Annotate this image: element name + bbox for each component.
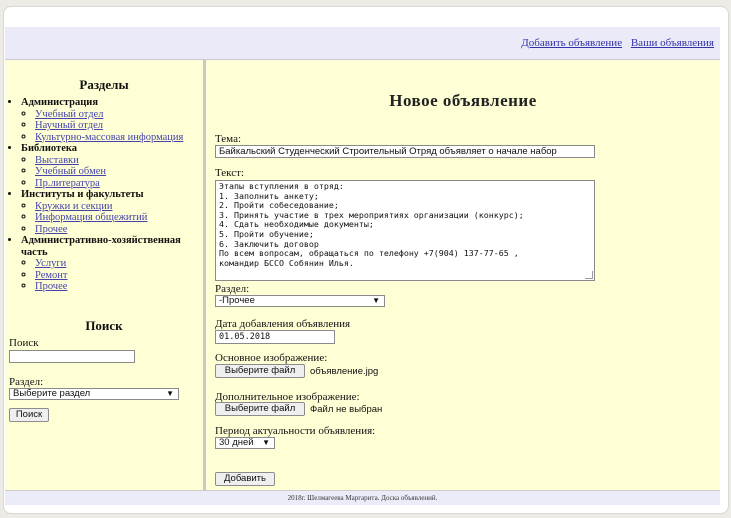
submit-button[interactable]: Добавить [215, 472, 275, 486]
resize-grip-icon[interactable] [585, 271, 593, 279]
sidebar-link[interactable]: Учебный обмен [35, 166, 106, 177]
category-label: Библиотека [21, 143, 77, 154]
category: Администрация Учебный отдел Научный отде… [21, 97, 203, 143]
footer: 2018г. Шелмагеева Маргарита. Доска объяв… [5, 490, 720, 505]
sidebar-link[interactable]: Информация общежитий [35, 212, 147, 223]
category: Административно-хозяйственная часть Услу… [21, 235, 203, 293]
my-ads-link[interactable]: Ваши объявления [631, 37, 714, 49]
period-selected: 30 дней [219, 437, 254, 448]
main-image-label: Основное изображение: [215, 352, 328, 364]
category-label: Администрация [21, 97, 99, 108]
period-label: Период актуальности объявления: [215, 425, 376, 437]
text-label: Текст: [215, 167, 244, 179]
sidebar-link[interactable]: Выставки [35, 155, 79, 166]
category-list: Администрация Учебный отдел Научный отде… [9, 97, 203, 293]
sidebar-link[interactable]: Научный отдел [35, 120, 103, 131]
add-ad-link[interactable]: Добавить объявление [521, 37, 622, 49]
section-selected: -Прочее [219, 295, 255, 306]
sidebar-link[interactable]: Прочее [35, 281, 67, 292]
category-label: Административно-хозяйственная часть [21, 235, 181, 258]
sidebar: Разделы Администрация Учебный отдел Науч… [5, 60, 206, 490]
dropdown-arrow-icon: ▼ [262, 438, 270, 447]
topic-label: Тема: [215, 133, 242, 145]
sidebar-link[interactable]: Учебный отдел [35, 109, 103, 120]
main-image-filename: объявление.jpg [310, 366, 379, 377]
text-area[interactable]: Этапы вступления в отряд: 1. Заполнить а… [215, 180, 595, 281]
section-select[interactable]: -Прочее ▼ [215, 295, 385, 307]
category: Библиотека Выставки Учебный обмен Пр.лит… [21, 143, 203, 189]
text-line: командир БССО Собянин Илья. [219, 257, 354, 268]
search-title: Поиск [85, 318, 123, 333]
main-image-choose-button[interactable]: Выберите файл [215, 364, 305, 378]
sidebar-link[interactable]: Ремонт [35, 270, 67, 281]
sidebar-link[interactable]: Услуги [35, 258, 66, 269]
dropdown-arrow-icon: ▼ [372, 296, 380, 305]
period-select[interactable]: 30 дней ▼ [215, 437, 275, 449]
sidebar-link[interactable]: Пр.литература [35, 178, 100, 189]
date-input[interactable]: 01.05.2018 [215, 330, 335, 344]
sidebar-link[interactable]: Культурно-массовая информация [35, 132, 183, 143]
topic-input[interactable]: Байкальский Студенческий Строительный От… [215, 145, 595, 158]
date-label: Дата добавления объявления [215, 318, 351, 330]
search-label: Поиск [9, 337, 39, 349]
search-section-selected: Выберите раздел [13, 388, 91, 399]
sections-title: Разделы [79, 77, 129, 92]
sidebar-link[interactable]: Прочее [35, 224, 67, 235]
category: Институты и факультеты Кружки и секции И… [21, 189, 203, 235]
main-form: Новое объявление Тема: Байкальский Студе… [206, 60, 720, 490]
dropdown-arrow-icon: ▼ [166, 389, 174, 398]
extra-image-filename: Файл не выбран [310, 404, 383, 415]
extra-image-choose-button[interactable]: Выберите файл [215, 402, 305, 416]
search-section-label: Раздел: [9, 376, 44, 388]
top-links: Добавить объявление Ваши объявления [515, 37, 714, 49]
page-title: Новое объявление [389, 91, 537, 110]
search-section-select[interactable]: Выберите раздел ▼ [9, 388, 179, 400]
search-input[interactable] [9, 350, 135, 363]
search-button[interactable]: Поиск [9, 408, 49, 422]
category-label: Институты и факультеты [21, 189, 144, 200]
section-label: Раздел: [215, 283, 250, 295]
top-bar: Добавить объявление Ваши объявления [5, 27, 720, 60]
sidebar-link[interactable]: Кружки и секции [35, 201, 112, 212]
